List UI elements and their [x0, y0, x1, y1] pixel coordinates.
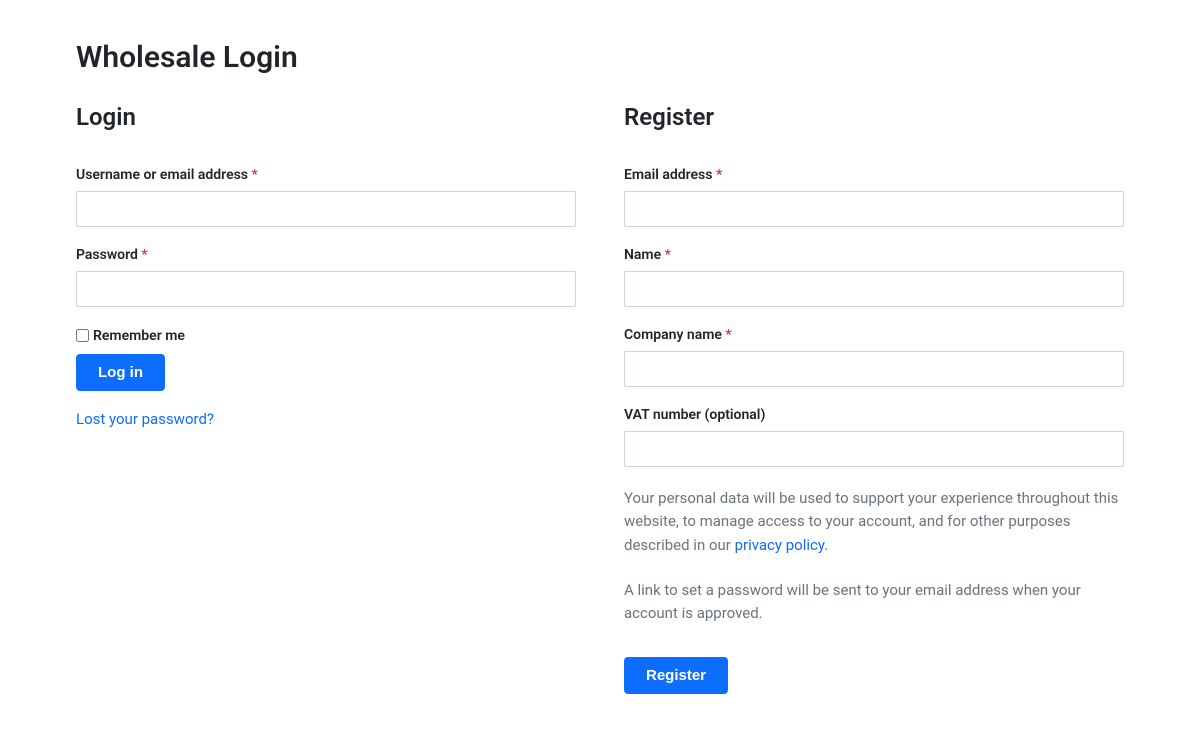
email-label: Email address * — [624, 167, 1124, 183]
vat-input[interactable] — [624, 431, 1124, 467]
email-input[interactable] — [624, 191, 1124, 227]
required-mark: * — [716, 167, 722, 183]
privacy-policy-link[interactable]: privacy policy — [735, 536, 825, 554]
name-label: Name * — [624, 247, 1124, 263]
password-label: Password * — [76, 247, 576, 263]
lost-password-link[interactable]: Lost your password? — [76, 410, 214, 428]
email-label-text: Email address — [624, 167, 716, 183]
privacy-text: Your personal data will be used to suppo… — [624, 487, 1124, 557]
register-button[interactable]: Register — [624, 657, 728, 694]
company-label-text: Company name — [624, 327, 725, 343]
privacy-text-1: Your personal data will be used to suppo… — [624, 489, 1118, 554]
company-row: Company name * — [624, 327, 1124, 387]
name-row: Name * — [624, 247, 1124, 307]
username-label-text: Username or email address — [76, 167, 252, 183]
remember-row: Remember me — [76, 327, 576, 346]
password-info-text: A link to set a password will be sent to… — [624, 579, 1124, 626]
required-mark: * — [725, 327, 731, 343]
username-row: Username or email address * — [76, 167, 576, 227]
email-row: Email address * — [624, 167, 1124, 227]
required-mark: * — [665, 247, 671, 263]
register-column: Register Email address * Name * Company … — [624, 103, 1124, 694]
register-heading: Register — [624, 103, 1124, 131]
remember-checkbox[interactable] — [76, 329, 89, 342]
login-column: Login Username or email address * Passwo… — [76, 103, 576, 694]
username-input[interactable] — [76, 191, 576, 227]
privacy-text-2: . — [824, 536, 828, 554]
lost-password-row: Lost your password? — [76, 409, 576, 428]
login-button[interactable]: Log in — [76, 354, 165, 391]
company-label: Company name * — [624, 327, 1124, 343]
vat-label: VAT number (optional) — [624, 407, 1124, 423]
required-mark: * — [252, 167, 258, 183]
remember-label-text: Remember me — [93, 328, 185, 344]
password-row: Password * — [76, 247, 576, 307]
remember-label-wrap[interactable]: Remember me — [76, 328, 185, 344]
columns-container: Login Username or email address * Passwo… — [76, 103, 1124, 694]
name-input[interactable] — [624, 271, 1124, 307]
page-title: Wholesale Login — [76, 40, 1124, 75]
password-label-text: Password — [76, 247, 141, 263]
login-heading: Login — [76, 103, 576, 131]
required-mark: * — [141, 247, 147, 263]
name-label-text: Name — [624, 247, 665, 263]
password-input[interactable] — [76, 271, 576, 307]
username-label: Username or email address * — [76, 167, 576, 183]
company-input[interactable] — [624, 351, 1124, 387]
vat-row: VAT number (optional) — [624, 407, 1124, 467]
